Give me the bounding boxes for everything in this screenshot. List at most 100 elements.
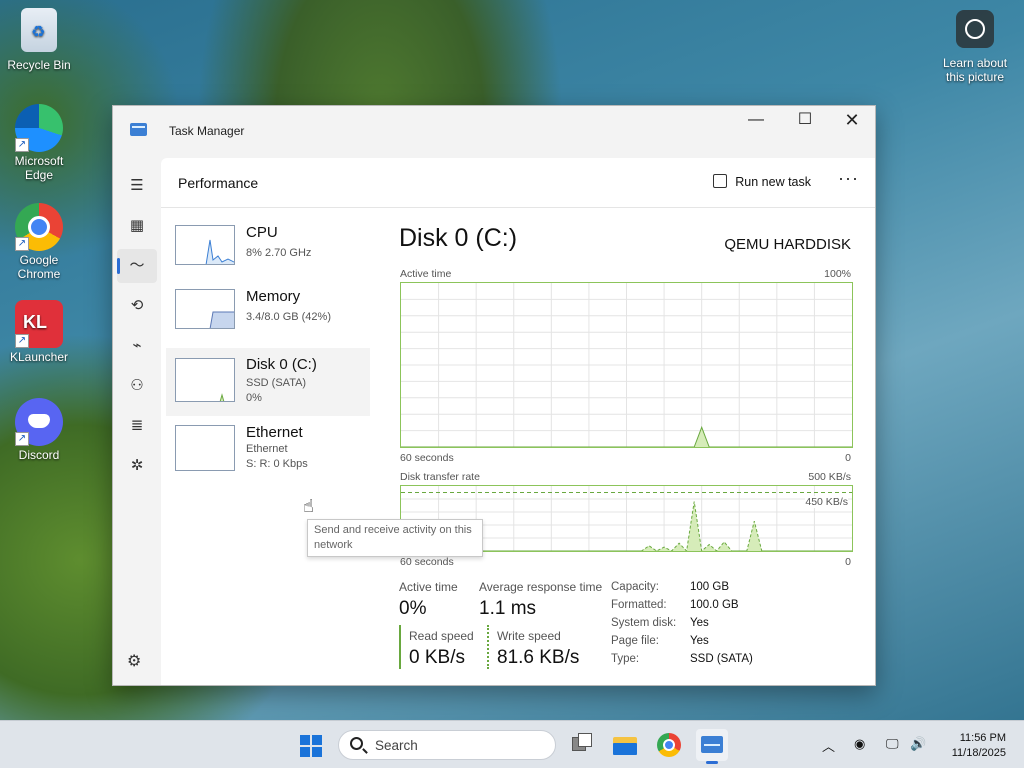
title-bar[interactable]: Task Manager — ☐ ✕ bbox=[113, 106, 875, 158]
run-task-icon bbox=[713, 174, 728, 188]
shortcut-arrow-icon: ↗ bbox=[15, 138, 29, 152]
write-speed-value: 81.6 KB/s bbox=[497, 647, 580, 668]
windows-logo-icon bbox=[300, 747, 310, 757]
device-sub: SSD (SATA) 0% bbox=[246, 376, 306, 406]
device-sub: 8% 2.70 GHz bbox=[246, 247, 312, 259]
transfer-rate-chart-label: Disk transfer rate bbox=[400, 471, 480, 483]
run-task-label: Run new task bbox=[735, 175, 811, 189]
disk-stats: Active time 0% Average response time 1.1… bbox=[399, 573, 869, 673]
read-speed-value: 0 KB/s bbox=[409, 647, 465, 668]
prop-key: Type: bbox=[611, 653, 640, 665]
taskbar: Search ︿ ◉ 🖵 🔊 11:56 PM 11/18/2025 bbox=[0, 720, 1024, 768]
desktop-icon-label: Google Chrome bbox=[17, 253, 61, 281]
shortcut-arrow-icon: ↗ bbox=[15, 334, 29, 348]
transfer-rate-line-label: 450 KB/s bbox=[805, 496, 848, 508]
minimize-button[interactable]: — bbox=[733, 106, 779, 136]
hand-cursor-icon: ☝ bbox=[303, 496, 314, 516]
details-icon[interactable]: ≣ bbox=[117, 409, 157, 443]
volume-icon[interactable]: 🔊 bbox=[910, 736, 926, 752]
write-speed-block: Write speed 81.6 KB/s bbox=[487, 625, 587, 669]
window-title: Task Manager bbox=[169, 124, 245, 138]
task-manager-taskbar-icon[interactable] bbox=[696, 729, 728, 764]
device-name: Memory bbox=[246, 288, 301, 305]
ethernet-thumbnail-graph bbox=[175, 425, 235, 471]
main-content: Performance Run new task ··· CPU 8% 2.70… bbox=[161, 158, 875, 685]
windows-logo-icon bbox=[312, 735, 322, 745]
app-history-icon[interactable]: ⟲ bbox=[117, 289, 157, 323]
device-memory[interactable]: Memory 3.4/8.0 GB (42%) bbox=[166, 284, 370, 344]
task-manager-window: Task Manager — ☐ ✕ ☰ ▦ 〜 ⟲ ⌁ ⚇ ≣ ✲ ⚙ Per… bbox=[112, 105, 876, 686]
device-sub: Ethernet S: R: 0 Kbps bbox=[246, 442, 308, 472]
windows-logo-icon bbox=[312, 747, 322, 757]
clock-date: 11/18/2025 bbox=[951, 747, 1006, 759]
hamburger-menu-icon[interactable]: ☰ bbox=[117, 169, 157, 203]
prop-value: 100.0 GB bbox=[690, 599, 739, 611]
ethernet-tooltip: Send and receive activity on this networ… bbox=[307, 519, 483, 557]
more-options-button[interactable]: ··· bbox=[838, 168, 859, 189]
performance-icon[interactable]: 〜 bbox=[117, 249, 157, 283]
active-time-value: 0% bbox=[399, 598, 427, 619]
start-button[interactable] bbox=[300, 735, 322, 757]
avg-response-label: Average response time bbox=[479, 580, 603, 594]
prop-value: Yes bbox=[690, 635, 709, 647]
device-sub-line: Ethernet bbox=[246, 443, 288, 455]
active-time-min-label: 0 bbox=[845, 452, 851, 464]
page-title: Performance bbox=[178, 175, 259, 191]
taskbar-clock[interactable]: 11:56 PM 11/18/2025 bbox=[952, 731, 1006, 761]
active-time-label: Active time bbox=[399, 580, 458, 594]
device-sub-line: SSD (SATA) bbox=[246, 377, 307, 389]
prop-key: Capacity: bbox=[611, 581, 659, 593]
processes-icon[interactable]: ▦ bbox=[117, 209, 157, 243]
maximize-button[interactable]: ☐ bbox=[782, 106, 828, 136]
taskbar-search[interactable]: Search bbox=[338, 730, 556, 760]
file-explorer-icon[interactable] bbox=[609, 729, 641, 761]
device-name: Disk 0 (C:) bbox=[246, 356, 317, 373]
discord-tray-icon[interactable]: ◉ bbox=[854, 736, 865, 752]
klauncher-icon: KL ↗ bbox=[15, 300, 63, 348]
prop-key: Page file: bbox=[611, 635, 659, 647]
desktop-icon-edge[interactable]: ↗ Microsoft Edge bbox=[4, 104, 74, 182]
desktop-icon-label: Recycle Bin bbox=[7, 58, 71, 72]
desktop-icon-klauncher[interactable]: KL ↗ KLauncher bbox=[4, 300, 74, 364]
read-speed-block: Read speed 0 KB/s bbox=[399, 625, 479, 669]
task-manager-icon bbox=[130, 123, 147, 136]
users-icon[interactable]: ⚇ bbox=[117, 369, 157, 403]
desktop-icon-recycle-bin[interactable]: ♻ Recycle Bin bbox=[4, 8, 74, 72]
search-placeholder: Search bbox=[375, 738, 418, 753]
device-name: CPU bbox=[246, 224, 278, 241]
desktop-icon-label: KLauncher bbox=[9, 350, 69, 364]
memory-thumbnail-graph bbox=[175, 289, 235, 329]
device-ethernet[interactable]: Ethernet Ethernet S: R: 0 Kbps bbox=[166, 420, 370, 480]
chrome-taskbar-icon[interactable] bbox=[653, 729, 685, 761]
shortcut-arrow-icon: ↗ bbox=[15, 432, 29, 446]
prop-value: 100 GB bbox=[690, 581, 729, 593]
network-icon[interactable]: 🖵 bbox=[886, 736, 899, 752]
windows-logo-icon bbox=[300, 735, 310, 745]
device-disk-0[interactable]: Disk 0 (C:) SSD (SATA) 0% bbox=[166, 348, 370, 416]
device-sub-line: S: R: 0 Kbps bbox=[246, 458, 308, 470]
active-time-chart-max: 100% bbox=[824, 268, 851, 280]
recycle-bin-icon: ♻ bbox=[21, 8, 57, 52]
desktop-icon-label: Microsoft Edge bbox=[14, 154, 64, 182]
close-button[interactable]: ✕ bbox=[829, 106, 875, 136]
prop-key: Formatted: bbox=[611, 599, 667, 611]
active-time-chart-svg bbox=[401, 283, 852, 447]
search-icon bbox=[350, 737, 363, 750]
disk-thumbnail-graph bbox=[175, 358, 235, 402]
shortcut-arrow-icon: ↗ bbox=[15, 237, 29, 251]
device-cpu[interactable]: CPU 8% 2.70 GHz bbox=[166, 220, 370, 280]
avg-response-value: 1.1 ms bbox=[479, 598, 537, 619]
desktop-icon-discord[interactable]: ↗ Discord bbox=[4, 398, 74, 462]
discord-icon: ↗ bbox=[15, 398, 63, 446]
chrome-icon: ↗ bbox=[15, 203, 63, 251]
run-new-task-button[interactable]: Run new task bbox=[713, 174, 811, 189]
startup-apps-icon[interactable]: ⌁ bbox=[117, 329, 157, 363]
task-view-icon[interactable] bbox=[566, 729, 598, 761]
chevron-up-icon[interactable]: ︿ bbox=[822, 736, 835, 755]
desktop-icon-label: Discord bbox=[18, 448, 60, 462]
desktop-icon-chrome[interactable]: ↗ Google Chrome bbox=[4, 203, 74, 281]
services-icon[interactable]: ✲ bbox=[117, 449, 157, 483]
desktop-icon-spotlight[interactable]: Learn about this picture bbox=[940, 10, 1010, 84]
settings-gear-icon[interactable]: ⚙ bbox=[127, 651, 141, 671]
active-time-x-label: 60 seconds bbox=[400, 452, 454, 464]
